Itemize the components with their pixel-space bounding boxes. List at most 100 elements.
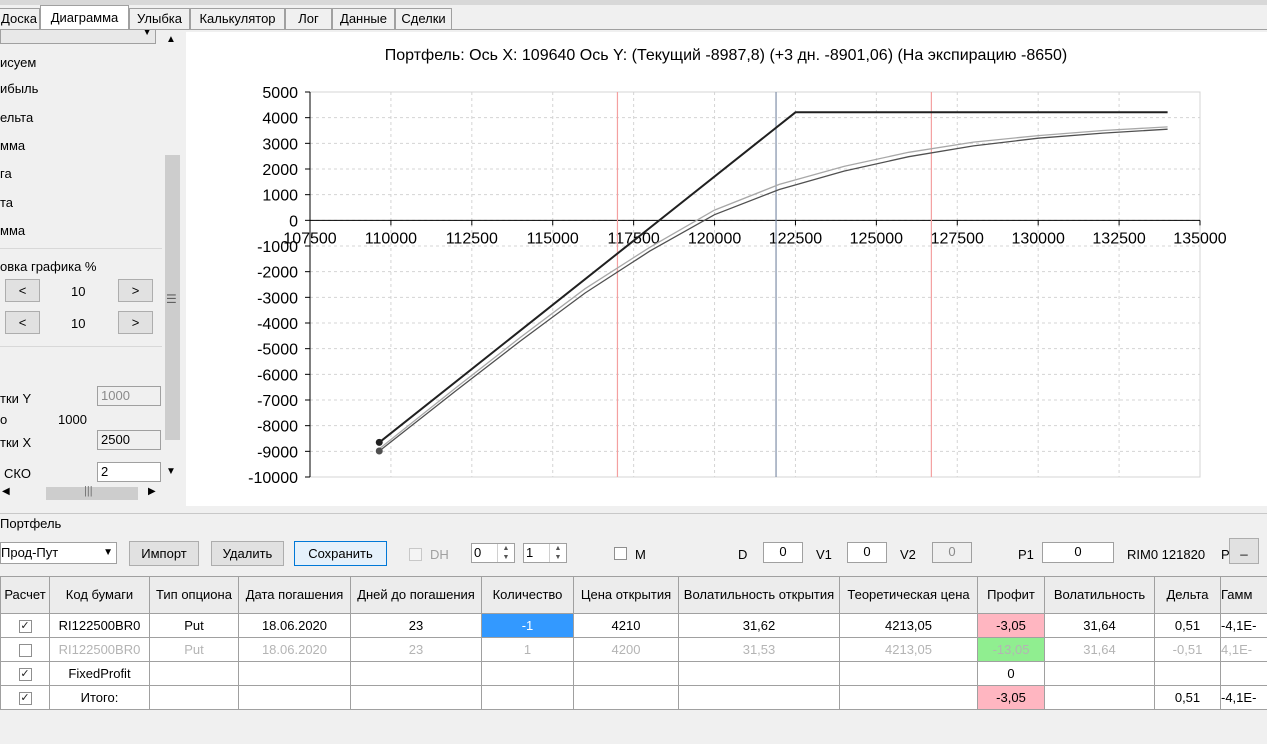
table-cell[interactable]: 31,62 [678, 613, 840, 638]
col-header[interactable]: Дельта [1154, 576, 1221, 614]
grid-x-input[interactable]: 2500 [97, 430, 161, 450]
table-cell[interactable] [238, 661, 351, 686]
draw-item-delta[interactable]: ельта [0, 110, 33, 125]
spinner-1-arrows[interactable]: ▲ ▼ [497, 544, 514, 562]
strategy-dropdown[interactable]: Прод-Пут ▼ [0, 542, 117, 564]
table-cell[interactable] [678, 685, 840, 710]
table-cell[interactable]: -3,05 [977, 613, 1045, 638]
m-checkbox[interactable] [614, 547, 627, 560]
table-cell[interactable] [1220, 661, 1267, 686]
spinner-1[interactable]: 0 ▲ ▼ [471, 543, 515, 563]
calc-checkbox[interactable]: ✓ [18, 668, 32, 682]
draw-item-profit[interactable]: ибыль [0, 81, 38, 96]
table-cell[interactable]: 31,53 [678, 637, 840, 662]
table-cell[interactable]: 0,51 [1154, 685, 1221, 710]
table-cell[interactable]: -1 [481, 613, 574, 638]
step2-decrease-button[interactable]: < [5, 311, 40, 334]
down-icon[interactable]: ▼ [498, 553, 514, 562]
d-input[interactable]: 0 [763, 542, 803, 563]
table-cell[interactable] [149, 661, 239, 686]
table-cell[interactable]: -4,1E- [1220, 613, 1267, 638]
col-header[interactable]: Количество [481, 576, 574, 614]
delete-button[interactable]: Удалить [211, 541, 284, 566]
table-row[interactable]: ✓ RI122500BR0 Put 18.06.2020 23 -1 4210 31,62 42… [0, 613, 1267, 638]
draw-item-theta[interactable]: та [0, 195, 13, 210]
table-cell[interactable] [1154, 661, 1221, 686]
p1-input[interactable]: 0 [1042, 542, 1114, 563]
spinner-2[interactable]: 1 ▲ ▼ [523, 543, 567, 563]
tab-log[interactable]: Лог [285, 8, 332, 29]
v1-input[interactable]: 0 [847, 542, 887, 563]
col-header[interactable]: Код бумаги [49, 576, 150, 614]
tab-deals[interactable]: Сделки [395, 8, 452, 29]
draw-item-gamma[interactable]: мма [0, 138, 25, 153]
col-header[interactable]: Волатильность [1044, 576, 1155, 614]
table-row[interactable]: ✓ FixedProfit 0 [0, 661, 1267, 686]
table-cell[interactable]: -13,05 [977, 637, 1045, 662]
table-cell[interactable]: 23 [350, 613, 482, 638]
table-cell[interactable]: 4213,05 [839, 613, 978, 638]
scroll-right-icon[interactable]: ▶ [148, 486, 156, 497]
panel-hscroll-thumb[interactable]: ||| [46, 485, 138, 500]
tab-calculator[interactable]: Калькулятор [190, 8, 285, 29]
table-cell[interactable] [573, 685, 679, 710]
table-cell[interactable]: 0 [977, 661, 1045, 686]
col-header[interactable]: Гамм [1220, 576, 1267, 614]
minimize-button[interactable]: _ [1229, 538, 1259, 564]
table-cell[interactable]: RI122500BR0 [49, 637, 150, 662]
tab-data[interactable]: Данные [332, 8, 395, 29]
calc-checkbox[interactable]: ✓ [18, 692, 32, 706]
table-cell[interactable]: Итого: [49, 685, 150, 710]
table-cell[interactable]: 18.06.2020 [238, 637, 351, 662]
draw-item-vomma[interactable]: мма [0, 223, 25, 238]
scroll-left-icon[interactable]: ◀ [2, 486, 10, 497]
col-header[interactable]: Цена открытия [573, 576, 679, 614]
table-row[interactable]: RI122500BR0 Put 18.06.2020 23 1 4200 31,53 4213… [0, 637, 1267, 662]
spinner-2-arrows[interactable]: ▲ ▼ [549, 544, 566, 562]
col-header[interactable]: Теоретическая цена [839, 576, 978, 614]
table-cell[interactable]: 31,64 [1044, 637, 1155, 662]
col-header[interactable]: Тип опциона [149, 576, 239, 614]
v2-input[interactable]: 0 [932, 542, 972, 563]
table-cell[interactable]: 4213,05 [839, 637, 978, 662]
down-icon[interactable]: ▼ [550, 553, 566, 562]
table-cell[interactable]: Put [149, 613, 239, 638]
series-dropdown[interactable]: ▼ [0, 30, 156, 44]
table-cell[interactable]: Put [149, 637, 239, 662]
table-cell[interactable]: 4,1E- [1220, 637, 1267, 662]
table-cell[interactable] [678, 661, 840, 686]
table-cell[interactable]: RI122500BR0 [49, 613, 150, 638]
table-cell[interactable] [350, 661, 482, 686]
step2-increase-button[interactable]: > [118, 311, 153, 334]
col-header[interactable]: Дней до погашения [350, 576, 482, 614]
save-button[interactable]: Сохранить [294, 541, 387, 566]
table-cell[interactable]: -3,05 [977, 685, 1045, 710]
table-cell[interactable]: 0,51 [1154, 613, 1221, 638]
sko-input[interactable]: 2 [97, 462, 161, 482]
table-cell[interactable] [481, 685, 574, 710]
table-cell[interactable] [481, 661, 574, 686]
import-button[interactable]: Импорт [129, 541, 199, 566]
table-cell[interactable]: -4,1E- [1220, 685, 1267, 710]
tab-board[interactable]: Доска [0, 8, 40, 29]
table-row[interactable]: ✓ Итого: -3,05 0,51 -4,1E- [0, 685, 1267, 710]
table-cell[interactable]: FixedProfit [49, 661, 150, 686]
table-cell[interactable] [573, 661, 679, 686]
tab-smile[interactable]: Улыбка [129, 8, 190, 29]
tab-diagram[interactable]: Диаграмма [40, 5, 129, 30]
scroll-down-icon[interactable]: ▼ [166, 466, 176, 477]
col-header[interactable]: Волатильность открытия [678, 576, 840, 614]
table-cell[interactable]: 23 [350, 637, 482, 662]
table-cell[interactable] [839, 661, 978, 686]
table-cell[interactable] [238, 685, 351, 710]
table-cell[interactable]: 31,64 [1044, 613, 1155, 638]
scroll-up-icon[interactable]: ▲ [166, 34, 176, 45]
grid-y-input[interactable]: 1000 [97, 386, 161, 406]
table-cell[interactable] [839, 685, 978, 710]
table-cell[interactable] [1044, 661, 1155, 686]
dh-checkbox[interactable] [409, 548, 422, 561]
table-cell[interactable]: 18.06.2020 [238, 613, 351, 638]
table-cell[interactable]: -0,51 [1154, 637, 1221, 662]
step1-decrease-button[interactable]: < [5, 279, 40, 302]
calc-checkbox[interactable]: ✓ [18, 620, 32, 634]
